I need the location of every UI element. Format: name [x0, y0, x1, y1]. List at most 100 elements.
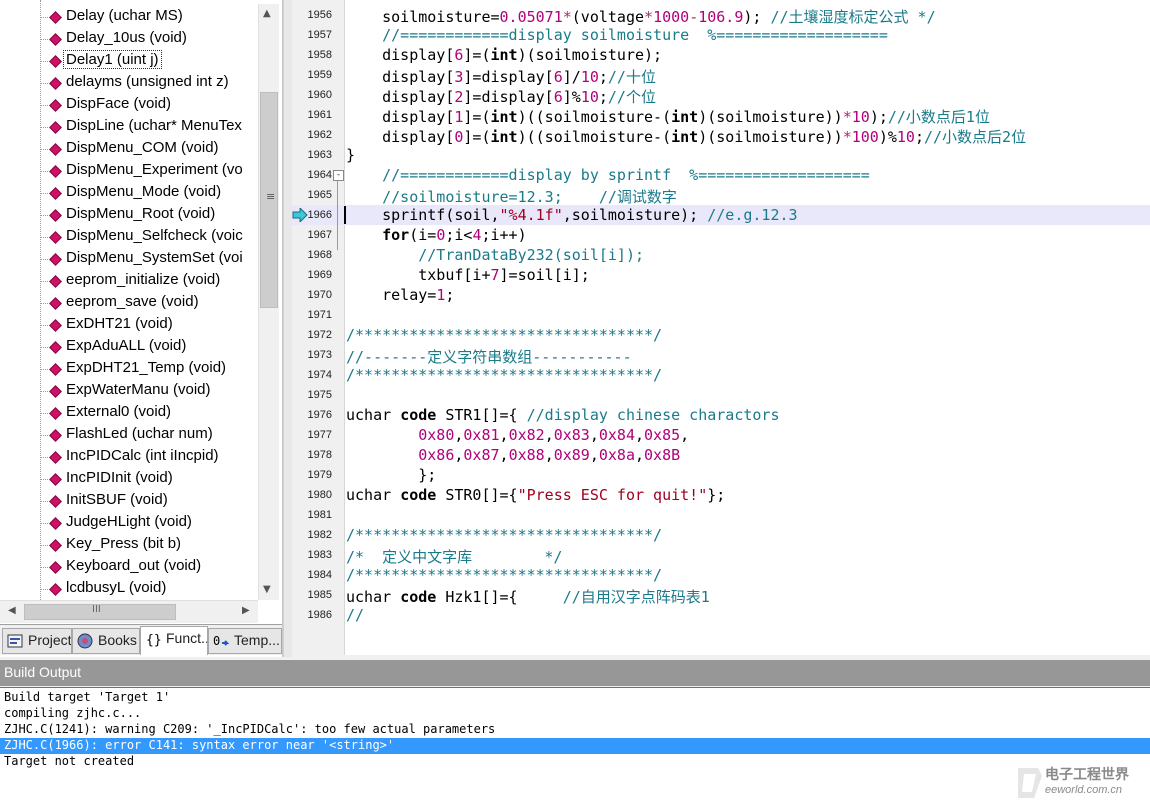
- function-item[interactable]: IncPIDCalc (int iIncpid): [0, 446, 258, 468]
- function-item[interactable]: eeprom_save (void): [0, 292, 258, 314]
- scroll-right-arrow-icon[interactable]: ▶: [242, 605, 250, 616]
- code-token: ,: [680, 426, 690, 444]
- function-item[interactable]: Delay_10us (void): [0, 28, 258, 50]
- code-line[interactable]: 1986 //: [292, 605, 1150, 625]
- function-item[interactable]: DispMenu_Experiment (vo: [0, 160, 258, 182]
- code-token: 0x84: [598, 426, 635, 444]
- function-item[interactable]: DispMenu_Root (void): [0, 204, 258, 226]
- code-line[interactable]: 1967 for(i=0;i<4;i++): [292, 225, 1150, 245]
- function-item[interactable]: ExpDHT21_Temp (void): [0, 358, 258, 380]
- code-line[interactable]: 1961 display[1]=(int)((soilmoisture-(int…: [292, 105, 1150, 126]
- function-item[interactable]: Keyboard_out (void): [0, 556, 258, 578]
- code-line[interactable]: 1960 display[2]=display[6]%10;//个位: [292, 85, 1150, 106]
- code-line[interactable]: 1963}: [292, 145, 1150, 165]
- function-item[interactable]: ExDHT21 (void): [0, 314, 258, 336]
- code-token: (i=: [409, 226, 437, 244]
- build-output-line[interactable]: Build target 'Target 1': [0, 690, 1150, 706]
- build-output-line[interactable]: ZJHC.C(1241): warning C209: '_IncPIDCalc…: [0, 722, 1150, 738]
- tab-project[interactable]: Project: [2, 628, 72, 654]
- code-line[interactable]: 1973 //-------定义字符串数组-----------: [292, 345, 1150, 366]
- build-output-line[interactable]: ZJHC.C(1966): error C141: syntax error n…: [0, 738, 1150, 754]
- code-line[interactable]: 1971: [292, 305, 1150, 325]
- line-number: 1956: [307, 9, 332, 21]
- line-number: 1963: [307, 149, 332, 161]
- code-token: 0x88: [508, 446, 545, 464]
- function-item[interactable]: DispMenu_SystemSet (voi: [0, 248, 258, 270]
- function-item[interactable]: FlashLed (uchar num): [0, 424, 258, 446]
- code-line[interactable]: 1978 0x86,0x87,0x88,0x89,0x8a,0x8B: [292, 445, 1150, 465]
- build-output-line[interactable]: Target not created: [0, 754, 1150, 770]
- scroll-up-arrow-icon[interactable]: ▲: [263, 8, 271, 19]
- code-line[interactable]: 1957 //============display soilmoisture …: [292, 25, 1150, 45]
- function-diamond-icon: [49, 143, 62, 156]
- line-number: 1968: [307, 249, 332, 261]
- function-item[interactable]: JudgeHLight (void): [0, 512, 258, 534]
- code-token: 0x86: [418, 446, 455, 464]
- fold-toggle-icon[interactable]: -: [333, 170, 344, 181]
- code-token: ]%: [562, 88, 581, 106]
- function-item[interactable]: External0 (void): [0, 402, 258, 424]
- code-line[interactable]: 1965 //soilmoisture=12.3; //调试数字: [292, 185, 1150, 206]
- code-line[interactable]: 1970 relay=1;: [292, 285, 1150, 305]
- tab-books[interactable]: Books: [72, 628, 140, 654]
- code-token: display[: [346, 128, 455, 146]
- code-line[interactable]: 1958 display[6]=(int)(soilmoisture);: [292, 45, 1150, 65]
- code-line[interactable]: 1982 /*********************************/: [292, 525, 1150, 545]
- code-line[interactable]: 1975: [292, 385, 1150, 405]
- code-token: )(soilmoisture);: [517, 46, 663, 64]
- function-item[interactable]: Delay (uchar MS): [0, 6, 258, 28]
- scroll-left-arrow-icon[interactable]: ◀: [8, 605, 16, 616]
- code-line[interactable]: 1969 txbuf[i+7]=soil[i];: [292, 265, 1150, 285]
- code-line[interactable]: 1968 //TranDataBy232(soil[i]);: [292, 245, 1150, 265]
- code-line[interactable]: 1984 /*********************************/: [292, 565, 1150, 585]
- code-line[interactable]: 1964- //============display by sprintf %…: [292, 165, 1150, 185]
- code-token: display[: [346, 68, 455, 86]
- panel-splitter[interactable]: [283, 0, 292, 657]
- function-item[interactable]: eeprom_initialize (void): [0, 270, 258, 292]
- code-line[interactable]: 1985 uchar code Hzk1[]={ //自用汉字点阵码表1: [292, 585, 1150, 606]
- function-item[interactable]: InitSBUF (void): [0, 490, 258, 512]
- code-line[interactable]: 1972 /*********************************/: [292, 325, 1150, 345]
- code-line[interactable]: 1980 uchar code STR0[]={"Press ESC for qu…: [292, 485, 1150, 505]
- function-item[interactable]: Delay1 (uint j): [0, 50, 258, 72]
- function-item[interactable]: DispMenu_Selfcheck (voic: [0, 226, 258, 248]
- function-item[interactable]: ExpWaterManu (void): [0, 380, 258, 402]
- code-line[interactable]: 1962 display[0]=(int)((soilmoisture-(int…: [292, 125, 1150, 146]
- code-text: /*********************************/: [346, 366, 662, 384]
- code-line[interactable]: 1976 uchar code STR1[]={ //display chines…: [292, 405, 1150, 425]
- code-line[interactable]: 1979 };: [292, 465, 1150, 485]
- tab-functions[interactable]: {} Funct...: [140, 626, 208, 655]
- function-item[interactable]: ExpAduALL (void): [0, 336, 258, 358]
- functions-icon: {}: [145, 631, 162, 648]
- function-item[interactable]: DispFace (void): [0, 94, 258, 116]
- function-diamond-icon: [49, 77, 62, 90]
- watermark-url: eeworld.com.cn: [1045, 784, 1123, 796]
- code-token: /*********************************/: [346, 566, 663, 584]
- code-line[interactable]: 1977 0x80,0x81,0x82,0x83,0x84,0x85,: [292, 425, 1150, 445]
- code-token: 10: [851, 108, 870, 126]
- code-token: (voltage: [571, 8, 645, 26]
- code-line[interactable]: 1983 /* 定义中文字库 */: [292, 545, 1150, 566]
- code-line[interactable]: 1981: [292, 505, 1150, 525]
- function-item[interactable]: lcdbusyL (void): [0, 578, 258, 600]
- function-item[interactable]: DispMenu_Mode (void): [0, 182, 258, 204]
- code-line[interactable]: 1974 /*********************************/: [292, 365, 1150, 385]
- function-item[interactable]: delayms (unsigned int z): [0, 72, 258, 94]
- function-item[interactable]: DispLine (uchar* MenuTex: [0, 116, 258, 138]
- function-item[interactable]: Key_Press (bit b): [0, 534, 258, 556]
- tree-branch: [40, 391, 48, 392]
- scroll-down-arrow-icon[interactable]: ▼: [263, 584, 271, 595]
- build-output-line[interactable]: compiling zjhc.c...: [0, 706, 1150, 722]
- function-diamond-icon: [49, 11, 62, 24]
- function-diamond-icon: [49, 187, 62, 200]
- tab-templates[interactable]: 0 Temp...: [208, 628, 282, 654]
- code-line[interactable]: 1956 soilmoisture=0.05071*(voltage*1000-…: [292, 5, 1150, 26]
- line-number: 1977: [307, 429, 332, 441]
- line-number: 1974: [307, 369, 332, 381]
- code-token: ;i<: [445, 226, 473, 244]
- code-line[interactable]: 1959 display[3]=display[6]/10;//十位: [292, 65, 1150, 86]
- function-item[interactable]: IncPIDInit (void): [0, 468, 258, 490]
- function-item[interactable]: DispMenu_COM (void): [0, 138, 258, 160]
- code-text: 0x80,0x81,0x82,0x83,0x84,0x85,: [346, 426, 689, 444]
- code-line[interactable]: 1966 sprintf(soil,"%4.1f",soilmoisture);…: [292, 205, 1150, 225]
